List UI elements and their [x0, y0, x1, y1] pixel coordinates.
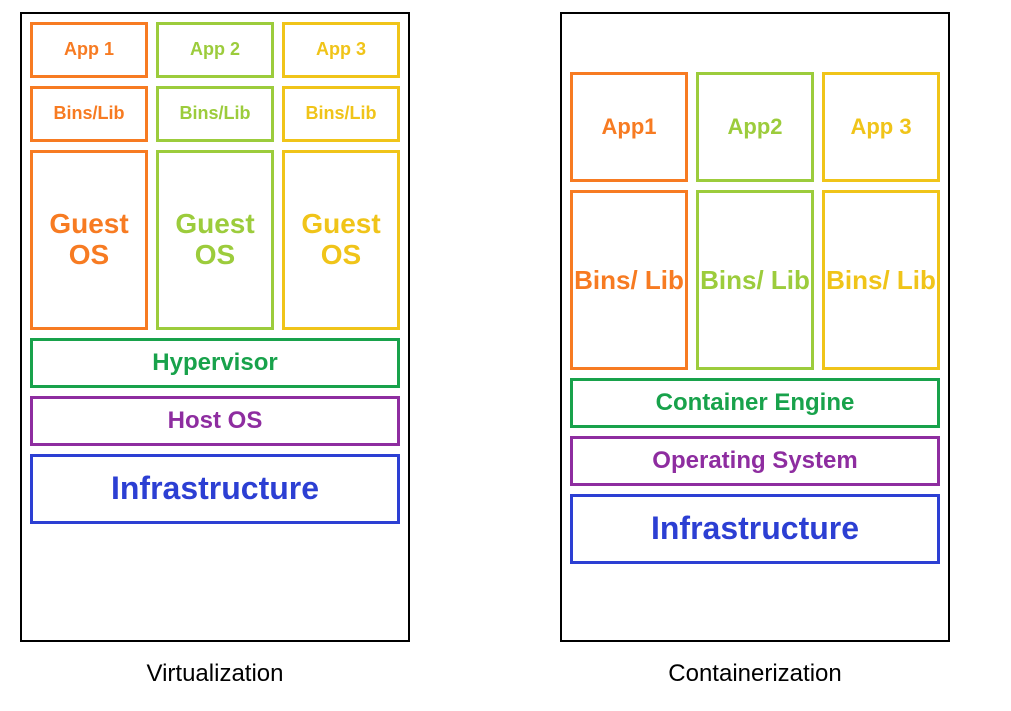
containerization-stack: App1 App2 App 3 Bins/ Lib Bins/ Lib Bins… [560, 12, 950, 642]
app-cell-1: App1 [570, 72, 688, 182]
hypervisor-layer: Hypervisor [30, 338, 400, 388]
bins-row: Bins/ Lib Bins/ Lib Bins/ Lib [570, 190, 940, 370]
app-row: App1 App2 App 3 [570, 72, 940, 182]
app-cell-1: App 1 [30, 22, 148, 78]
guest-os-row: Guest OS Guest OS Guest OS [30, 150, 400, 330]
operating-system-layer: Operating System [570, 436, 940, 486]
virtualization-group: App 1 App 2 App 3 Bins/Lib Bins/Lib Bins… [20, 12, 410, 688]
app-cell-2: App2 [696, 72, 814, 182]
containerization-caption: Containerization [668, 660, 841, 688]
bins-cell-1: Bins/Lib [30, 86, 148, 142]
app-cell-2: App 2 [156, 22, 274, 78]
diagram-page: App 1 App 2 App 3 Bins/Lib Bins/Lib Bins… [20, 12, 991, 688]
infrastructure-layer: Infrastructure [570, 494, 940, 564]
app-cell-3: App 3 [282, 22, 400, 78]
bins-cell-2: Bins/Lib [156, 86, 274, 142]
bins-row: Bins/Lib Bins/Lib Bins/Lib [30, 86, 400, 142]
infrastructure-layer: Infrastructure [30, 454, 400, 524]
guest-os-cell-3: Guest OS [282, 150, 400, 330]
guest-os-cell-1: Guest OS [30, 150, 148, 330]
guest-os-cell-2: Guest OS [156, 150, 274, 330]
virtualization-caption: Virtualization [147, 660, 284, 688]
app-row: App 1 App 2 App 3 [30, 22, 400, 78]
app-cell-3: App 3 [822, 72, 940, 182]
bins-cell-2: Bins/ Lib [696, 190, 814, 370]
virtualization-stack: App 1 App 2 App 3 Bins/Lib Bins/Lib Bins… [20, 12, 410, 642]
container-engine-layer: Container Engine [570, 378, 940, 428]
containerization-group: App1 App2 App 3 Bins/ Lib Bins/ Lib Bins… [560, 12, 950, 688]
host-os-layer: Host OS [30, 396, 400, 446]
bins-cell-3: Bins/ Lib [822, 190, 940, 370]
bins-cell-3: Bins/Lib [282, 86, 400, 142]
bins-cell-1: Bins/ Lib [570, 190, 688, 370]
